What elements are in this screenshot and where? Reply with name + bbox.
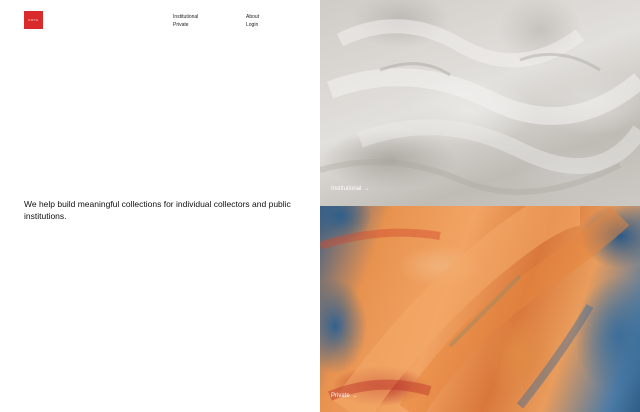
arrow-right-icon: → (363, 186, 370, 192)
left-column: KOYA Institutional Private About Login W… (0, 0, 320, 412)
nav-link-private[interactable]: Private (173, 22, 189, 28)
marble-texture-image (320, 19, 640, 195)
nav-link-login[interactable]: Login (246, 22, 258, 28)
logo-text: KOYA (28, 18, 39, 22)
logo[interactable]: KOYA (24, 11, 43, 29)
page: KOYA Institutional Private About Login W… (0, 0, 640, 412)
arrow-right-icon: → (351, 393, 358, 399)
private-label-text: Private (331, 393, 350, 399)
hero-tagline: We help build meaningful collections for… (24, 199, 291, 221)
nav-link-institutional[interactable]: Institutional (173, 14, 198, 20)
nav-link-about[interactable]: About (246, 14, 259, 20)
institutional-label-text: Institutional (331, 186, 362, 192)
institutional-panel[interactable]: Institutional → (320, 0, 640, 206)
paint-texture-image (320, 206, 630, 412)
institutional-panel-label: Institutional → (331, 186, 369, 193)
private-panel[interactable]: Private → (320, 206, 640, 412)
private-panel-label: Private → (331, 393, 358, 400)
